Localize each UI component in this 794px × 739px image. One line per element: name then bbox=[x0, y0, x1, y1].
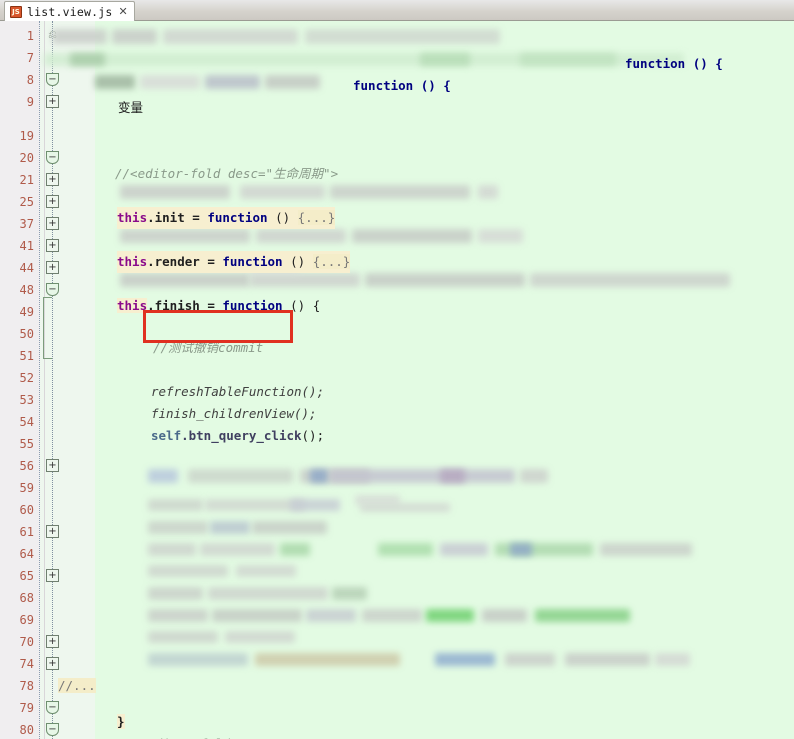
code-line-7: function () { bbox=[625, 53, 723, 75]
close-icon[interactable]: ✕ bbox=[117, 5, 127, 18]
code-line-20: //<editor-fold desc="生命周期"> bbox=[115, 163, 338, 185]
code-line-80: //</editor-fold> bbox=[117, 733, 237, 739]
closing-brace: } bbox=[117, 714, 125, 729]
code-line-9: 变量 bbox=[118, 97, 143, 119]
parens: () bbox=[282, 254, 313, 269]
call-parens: (); bbox=[301, 428, 325, 443]
keyword-function: function bbox=[222, 254, 283, 269]
line-number: 68 bbox=[19, 591, 34, 605]
line-number: 55 bbox=[19, 437, 34, 451]
keyword-function: function bbox=[207, 210, 268, 225]
variable-label: 变量 bbox=[118, 100, 144, 115]
fold-marker-plus[interactable]: + bbox=[46, 195, 59, 208]
line-number: 52 bbox=[19, 371, 34, 385]
line-number: 78 bbox=[19, 679, 34, 693]
render-property: .render = bbox=[147, 254, 223, 269]
line-number: 59 bbox=[19, 481, 34, 495]
folded-body-placeholder[interactable]: {...} bbox=[297, 210, 336, 225]
line-number: 50 bbox=[19, 327, 34, 341]
line-number: 64 bbox=[19, 547, 34, 561]
line-number: 8 bbox=[26, 73, 34, 87]
line-number: 74 bbox=[19, 657, 34, 671]
fold-marker-minus[interactable]: − bbox=[46, 723, 59, 736]
this-keyword: this bbox=[117, 210, 148, 225]
code-editor[interactable]: 1 7 8 9 19 20 21 25 37 41 44 48 49 50 51… bbox=[0, 21, 794, 739]
fold-marker-plus[interactable]: + bbox=[46, 173, 59, 186]
code-line-8: function () { bbox=[353, 75, 451, 97]
line-number: 80 bbox=[19, 723, 34, 737]
folded-comment-placeholder[interactable]: //... bbox=[58, 678, 96, 693]
finish-childrenview-call: finish_childrenView(); bbox=[151, 406, 317, 421]
gutter-divider bbox=[44, 21, 45, 739]
line-number: 56 bbox=[19, 459, 34, 473]
line-number: 54 bbox=[19, 415, 34, 429]
line-number: 20 bbox=[19, 151, 34, 165]
code-folding-gutter[interactable] bbox=[40, 21, 95, 739]
keyword-function: function () { bbox=[353, 78, 451, 93]
line-number: 48 bbox=[19, 283, 34, 297]
code-line-41: this.render = function () {...} bbox=[117, 251, 351, 273]
line-number: 21 bbox=[19, 173, 34, 187]
red-highlight-box bbox=[143, 310, 293, 343]
btn-query-click-method: .btn_query_click bbox=[181, 428, 302, 443]
fold-rail-line bbox=[52, 21, 53, 739]
editor-fold-open-comment: //<editor-fold desc="生命周期"> bbox=[115, 166, 339, 181]
js-file-icon: JS bbox=[10, 5, 22, 18]
keyword-function: function () { bbox=[625, 56, 723, 71]
code-line-74: //... bbox=[58, 675, 96, 697]
editor-tab-bar: JS list.view.js ✕ bbox=[0, 0, 794, 21]
code-line-79: } bbox=[117, 711, 125, 733]
line-number: 49 bbox=[19, 305, 34, 319]
parens: () bbox=[267, 210, 298, 225]
tab-title: list.view.js bbox=[27, 4, 113, 19]
fold-marker-plus[interactable]: + bbox=[46, 261, 59, 274]
line-number: 65 bbox=[19, 569, 34, 583]
fold-marker-plus[interactable]: + bbox=[46, 525, 59, 538]
line-number: 69 bbox=[19, 613, 34, 627]
fold-marker-plus[interactable]: + bbox=[46, 569, 59, 582]
code-line-53: finish_childrenView(); bbox=[151, 403, 317, 425]
fold-marker-plus[interactable]: + bbox=[46, 95, 59, 108]
refresh-table-function-call: refreshTableFunction(); bbox=[151, 384, 325, 399]
code-line-52: refreshTableFunction(); bbox=[151, 381, 324, 403]
fold-marker-minus[interactable]: − bbox=[46, 283, 59, 296]
code-block-bracket bbox=[43, 297, 52, 359]
code-line-54: self.btn_query_click(); bbox=[151, 425, 324, 447]
line-number: 61 bbox=[19, 525, 34, 539]
line-number: 9 bbox=[26, 95, 34, 109]
self-keyword: self bbox=[151, 428, 182, 443]
line-number: 70 bbox=[19, 635, 34, 649]
fold-marker-minus[interactable]: − bbox=[46, 151, 59, 164]
fold-marker-plus[interactable]: + bbox=[46, 635, 59, 648]
init-property: .init = bbox=[147, 210, 208, 225]
line-number: 19 bbox=[19, 129, 34, 143]
fold-marker-plus[interactable]: + bbox=[46, 657, 59, 670]
tab-list-view-js[interactable]: JS list.view.js ✕ bbox=[4, 1, 135, 21]
code-line-25: this.init = function () {...} bbox=[117, 207, 336, 229]
line-number: 60 bbox=[19, 503, 34, 517]
code-content[interactable]: function () { function () { 变量 //<editor… bbox=[58, 21, 794, 739]
fold-marker-minus[interactable]: − bbox=[46, 73, 59, 86]
fold-marker-minus[interactable]: − bbox=[46, 701, 59, 714]
line-number: 7 bbox=[26, 51, 34, 65]
line-number: 53 bbox=[19, 393, 34, 407]
fold-marker-plus[interactable]: + bbox=[46, 217, 59, 230]
line-number: 44 bbox=[19, 261, 34, 275]
line-number: 37 bbox=[19, 217, 34, 231]
folded-body-placeholder[interactable]: {...} bbox=[312, 254, 351, 269]
fold-marker-plus[interactable]: + bbox=[46, 239, 59, 252]
line-number: 41 bbox=[19, 239, 34, 253]
fold-marker-plus[interactable]: + bbox=[46, 459, 59, 472]
this-keyword: this bbox=[117, 254, 148, 269]
line-number: 25 bbox=[19, 195, 34, 209]
line-number: 51 bbox=[19, 349, 34, 363]
line-number: 79 bbox=[19, 701, 34, 715]
